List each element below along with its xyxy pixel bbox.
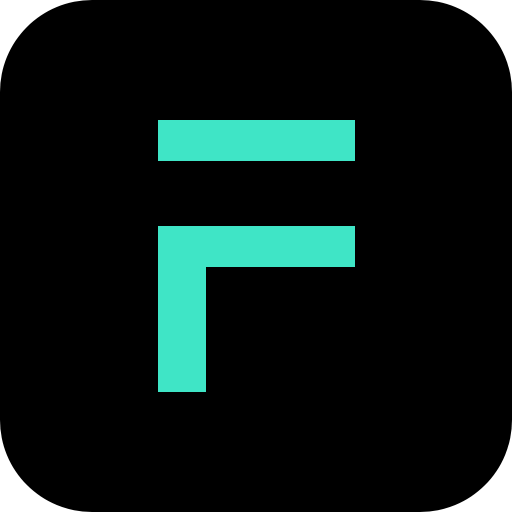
logo-stem: [158, 226, 206, 392]
app-icon-canvas: [0, 0, 512, 512]
logo-top-bar: [158, 120, 355, 161]
f-logo-icon: [158, 120, 355, 392]
app-icon: [0, 0, 512, 512]
